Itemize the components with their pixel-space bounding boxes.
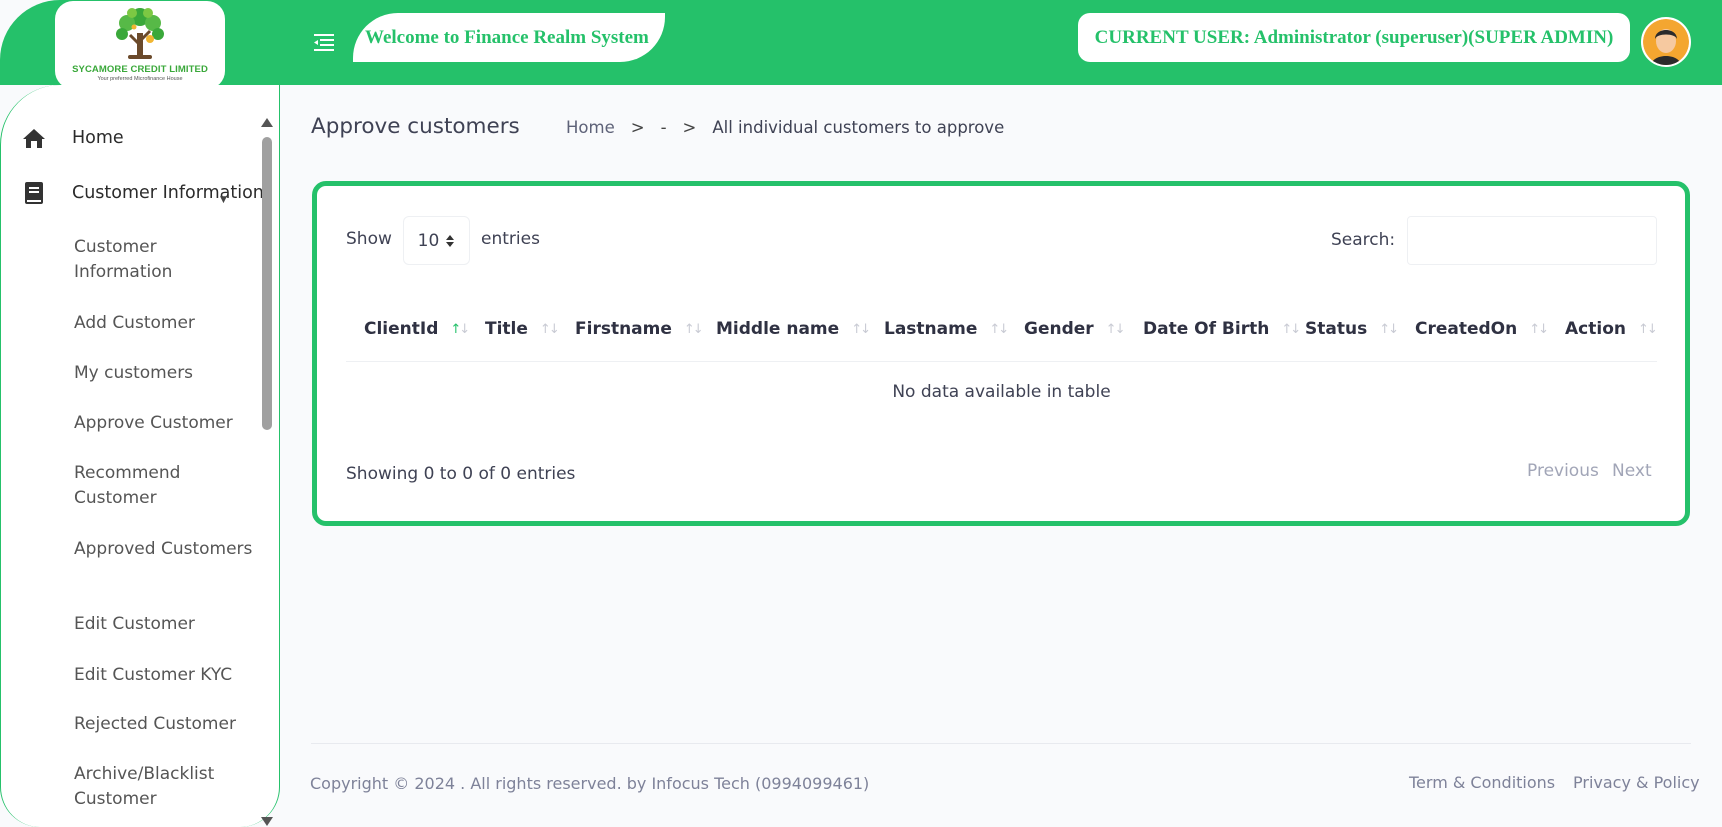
sort-icon: ↑↓ <box>1529 321 1549 337</box>
scroll-down-icon[interactable] <box>261 817 273 826</box>
sidebar-item-label: Home <box>72 128 124 148</box>
sidebar-sub-customer-information[interactable]: Customer Information <box>74 235 254 285</box>
sort-icon: ↑↓ <box>1281 321 1301 337</box>
breadcrumb-separator: > <box>630 118 645 137</box>
footer-divider <box>311 743 1691 744</box>
column-header-lastname[interactable]: Lastname ↑↓ <box>884 319 1009 339</box>
page-title: Approve customers <box>311 114 520 139</box>
welcome-banner: Welcome to Finance Realm System <box>353 13 665 62</box>
sidebar-item-home[interactable]: Home <box>22 126 124 150</box>
column-header-gender[interactable]: Gender ↑↓ <box>1024 319 1126 339</box>
entries-length-value: 10 <box>417 230 440 251</box>
tree-logo-icon <box>116 8 164 59</box>
column-header-status[interactable]: Status ↑↓ <box>1305 319 1399 339</box>
breadcrumb-separator: > <box>682 118 697 137</box>
sidebar-item-customer-information[interactable]: Customer Information <box>22 181 264 205</box>
sidebar-sub-approved-customers[interactable]: Approved Customers <box>74 537 254 562</box>
entries-length-select[interactable]: 10 <box>403 216 470 265</box>
user-avatar-icon <box>1643 19 1689 65</box>
menu-toggle-icon[interactable] <box>312 30 336 52</box>
book-icon <box>22 181 46 205</box>
sort-icon: ↑↓ <box>1379 321 1399 337</box>
column-header-label: CreatedOn <box>1415 319 1518 339</box>
footer-copyright: Copyright © 2024 . All rights reserved. … <box>310 774 870 793</box>
sidebar-sub-my-customers[interactable]: My customers <box>74 361 254 386</box>
sidebar-sub-rejected-customer[interactable]: Rejected Customer <box>74 712 254 737</box>
sidebar-scrollbar-thumb[interactable] <box>262 137 272 430</box>
sidebar-sub-add-customer[interactable]: Add Customer <box>74 311 254 336</box>
sidebar-item-label: Customer Information <box>72 183 264 203</box>
breadcrumb-home-link[interactable]: Home <box>566 118 615 137</box>
sidebar-sub-archive-blacklist-customer[interactable]: Archive/Blacklist Customer <box>74 762 254 812</box>
sort-icon: ↑↓ <box>539 321 560 337</box>
breadcrumb-current: All individual customers to approve <box>712 118 1005 137</box>
column-header-date-of-birth[interactable]: Date Of Birth ↑↓ <box>1143 319 1301 339</box>
column-header-createdon[interactable]: CreatedOn ↑↓ <box>1415 319 1549 339</box>
sidebar-sub-recommend-customer[interactable]: Recommend Customer <box>74 461 254 511</box>
current-user-text: CURRENT USER: Administrator (superuser)(… <box>1094 26 1614 48</box>
breadcrumb: Home > - > All individual customers to a… <box>566 118 1004 137</box>
chevron-down-icon: ▼ <box>220 195 227 205</box>
search-input[interactable] <box>1407 216 1657 265</box>
welcome-text: Welcome to Finance Realm System <box>365 26 649 48</box>
column-header-label: ClientId <box>364 319 439 339</box>
table-header-divider <box>346 361 1657 362</box>
sort-icon: ↑↓ <box>683 321 704 337</box>
column-header-firstname[interactable]: Firstname ↑↓ <box>575 319 704 339</box>
entries-label: entries <box>481 229 540 249</box>
column-header-label: Action <box>1565 319 1626 339</box>
column-header-label: Lastname <box>884 319 978 339</box>
sidebar-sub-approve-customer[interactable]: Approve Customer <box>74 411 254 436</box>
breadcrumb-middle: - <box>660 118 667 137</box>
column-header-label: Title <box>485 319 528 339</box>
pagination-previous-button[interactable]: Previous <box>1527 461 1599 481</box>
sort-icon: ↑↓ <box>1637 321 1658 337</box>
sort-ascending-icon: ↑↓ <box>450 321 470 337</box>
column-header-label: Date Of Birth <box>1143 319 1270 339</box>
show-label: Show <box>346 229 392 249</box>
footer-terms-link[interactable]: Term & Conditions <box>1409 773 1555 792</box>
company-logo[interactable]: SYCAMORE CREDIT LIMITED Your preferred M… <box>55 1 225 89</box>
table-empty-message: No data available in table <box>892 382 1111 402</box>
logo-tagline: Your preferred Microfinance House <box>97 76 183 82</box>
column-header-label: Firstname <box>575 319 672 339</box>
scroll-up-icon[interactable] <box>261 118 273 127</box>
current-user-banner: CURRENT USER: Administrator (superuser)(… <box>1078 13 1630 62</box>
pagination-next-button[interactable]: Next <box>1612 461 1652 481</box>
home-icon <box>22 126 46 150</box>
sidebar-sub-edit-customer[interactable]: Edit Customer <box>74 612 254 637</box>
table-info: Showing 0 to 0 of 0 entries <box>346 464 576 484</box>
logo-company-name: SYCAMORE CREDIT LIMITED <box>72 64 208 75</box>
column-header-clientid[interactable]: ClientId ↑↓ <box>364 319 470 339</box>
sort-icon: ↑↓ <box>851 321 871 337</box>
select-updown-icon <box>446 234 455 247</box>
user-avatar[interactable] <box>1641 17 1691 67</box>
column-header-label: Status <box>1305 319 1368 339</box>
search-label: Search: <box>1331 230 1396 250</box>
sort-icon: ↑↓ <box>989 321 1009 337</box>
column-header-label: Gender <box>1024 319 1094 339</box>
footer-privacy-link[interactable]: Privacy & Policy <box>1573 773 1700 792</box>
column-header-title[interactable]: Title ↑↓ <box>485 319 560 339</box>
column-header-action[interactable]: Action ↑↓ <box>1565 319 1658 339</box>
column-header-label: Middle name <box>716 319 840 339</box>
sidebar-sub-edit-customer-kyc[interactable]: Edit Customer KYC <box>74 663 254 688</box>
column-header-middle-name[interactable]: Middle name ↑↓ <box>716 319 871 339</box>
sort-icon: ↑↓ <box>1105 321 1126 337</box>
